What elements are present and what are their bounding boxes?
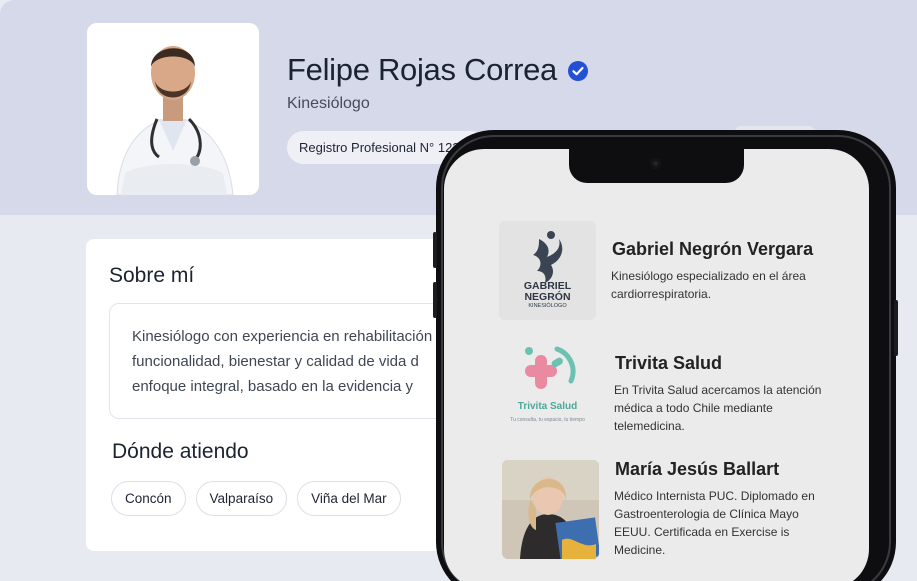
gabriel-negron-logo[interactable]: GABRIEL NEGRÓN KINESIÓLOGO	[499, 221, 596, 320]
desc-line: EEUU. Certificada en Exercise is	[614, 525, 790, 539]
about-card: Sobre mí Kinesiólogo con experiencia en …	[86, 239, 509, 551]
desc-line: telemedicina.	[614, 419, 685, 433]
professional-desc-trivita: En Trivita Salud acercamos la atención m…	[614, 381, 821, 435]
locations-title: Dónde atiendo	[112, 440, 249, 463]
desc-line: Kinesiólogo especializado en el área	[611, 269, 806, 283]
profile-profession: Kinesiólogo	[287, 95, 370, 112]
professional-name-maria[interactable]: María Jesús Ballart	[615, 459, 779, 480]
professional-name-gabriel[interactable]: Gabriel Negrón Vergara	[612, 239, 813, 260]
desc-line: Gastroenterologia de Clínica Mayo	[614, 507, 799, 521]
phone-notch	[569, 149, 744, 183]
desc-line: En Trivita Salud acercamos la atención	[614, 383, 822, 397]
maria-photo-graphic	[502, 460, 599, 559]
trivita-logo-text: Trivita Salud	[517, 401, 578, 412]
desc-line: Médico Internista PUC. Diplomado en	[614, 489, 815, 503]
location-chip-vina-del-mar[interactable]: Viña del Mar	[297, 481, 401, 516]
phone-screen: GABRIEL NEGRÓN KINESIÓLOGO Gabriel Negró…	[444, 149, 869, 581]
gabriel-logo-text-3: KINESIÓLOGO	[528, 303, 567, 309]
desc-line: cardiorrespiratoria.	[611, 287, 712, 301]
profile-avatar	[87, 23, 259, 195]
desc-line: médica a todo Chile mediante	[614, 401, 773, 415]
professional-desc-maria: Médico Internista PUC. Diplomado en Gast…	[614, 487, 815, 559]
desc-line: Medicine.	[614, 543, 666, 557]
professional-desc-gabriel: Kinesiólogo especializado en el área car…	[611, 267, 806, 303]
doctor-portrait-image	[87, 23, 259, 195]
phone-power-button	[894, 300, 898, 356]
profile-name: Felipe Rojas Correa	[287, 52, 557, 87]
maria-jesus-ballart-photo[interactable]	[502, 460, 599, 559]
about-title: Sobre mí	[109, 264, 195, 287]
phone-volume-up-button	[433, 232, 437, 268]
verified-badge-icon	[568, 61, 588, 81]
phone-volume-down-button	[433, 282, 437, 318]
trivita-salud-logo[interactable]: Trivita Salud Tu consulta, tu espacio, t…	[499, 335, 596, 434]
trivita-logo-tagline: Tu consulta, tu espacio, tu tiempo	[510, 417, 585, 423]
camera-icon	[650, 158, 661, 169]
location-chip-concon[interactable]: Concón	[111, 481, 186, 516]
location-chip-valparaiso[interactable]: Valparaíso	[195, 481, 288, 516]
professional-name-trivita[interactable]: Trivita Salud	[615, 353, 722, 374]
gabriel-logo-text-2: NEGRÓN	[524, 291, 571, 303]
location-chips: Concón Valparaíso Viña del Mar	[111, 481, 401, 516]
